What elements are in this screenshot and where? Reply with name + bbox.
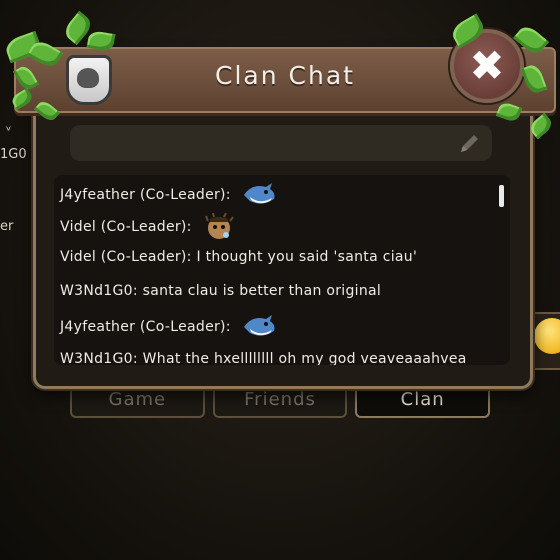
clan-chat-dialog: Clan Chat ✖ J4yfeather (Co-Leader): Vide… (14, 29, 556, 389)
message-list[interactable]: J4yfeather (Co-Leader): Videl (Co-Leader… (54, 175, 510, 365)
pufferfish-sticker-icon (205, 213, 235, 239)
background-text-fragment: 1G0 (0, 147, 27, 162)
chat-message: W3Nd1G0: What the hxellllllll oh my god … (60, 351, 467, 365)
chat-message: J4yfeather (Co-Leader): (60, 181, 278, 209)
chat-message: J4yfeather (Co-Leader): (60, 313, 278, 341)
chat-input[interactable] (70, 125, 492, 161)
background-text-fragment: ᵛ (6, 124, 12, 139)
chat-message: W3Nd1G0: santa clau is better than origi… (60, 283, 382, 299)
background-text-fragment: er (0, 219, 14, 234)
shark-sticker-icon (243, 183, 275, 204)
shark-sticker-icon (243, 315, 275, 336)
chat-message: Videl (Co-Leader): (60, 213, 236, 241)
close-icon: ✖ (469, 41, 505, 90)
chat-message: Videl (Co-Leader): I thought you said 's… (60, 249, 418, 265)
scrollbar[interactable] (499, 185, 504, 207)
pencil-icon[interactable] (458, 131, 482, 155)
